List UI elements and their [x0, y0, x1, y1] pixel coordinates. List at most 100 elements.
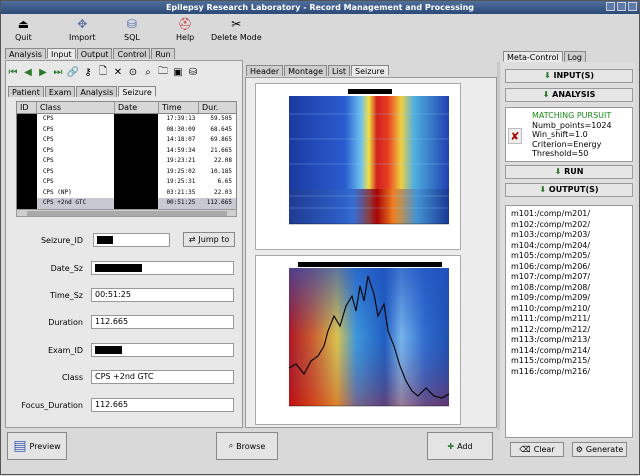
last-record-icon[interactable]: ⏭	[52, 66, 64, 78]
output-item[interactable]: m112:/comp/m212/	[511, 325, 627, 336]
col-date[interactable]: Date	[115, 102, 159, 113]
quit-button[interactable]: ⏏ Quit	[15, 15, 32, 42]
save-icon[interactable]: ▣	[172, 66, 184, 78]
exam-label: Exam_ID	[47, 345, 83, 355]
tab-list[interactable]: List	[328, 65, 351, 76]
bottom-bar: ▤ Preview ⌕ Browse ✚ Add	[1, 430, 501, 476]
sql-button[interactable]: ⛁ SQL	[124, 15, 140, 42]
folder-icon[interactable]: 🗀	[157, 66, 169, 78]
close-icon[interactable]	[628, 2, 637, 11]
lookup-icon[interactable]: ⊙	[127, 66, 139, 78]
outputs-button[interactable]: ⬇ OUTPUT(S)	[505, 183, 633, 197]
output-item[interactable]: m105:/comp/m205/	[511, 251, 627, 262]
analysis-icon: ⬇	[542, 90, 550, 99]
remove-method-icon[interactable]: ✘	[508, 128, 522, 144]
analysis-button[interactable]: ⬇ ANALYSIS	[505, 88, 633, 102]
cell-id	[17, 135, 37, 146]
new-document-icon[interactable]: 🗋	[97, 66, 109, 78]
cell-date	[114, 114, 158, 125]
key-icon[interactable]: ⚷	[82, 66, 94, 78]
database-icon[interactable]: ⛁	[187, 66, 199, 78]
tab-header[interactable]: Header	[246, 65, 284, 76]
focus-row: Focus_Duration 112.665	[1, 397, 241, 413]
output-item[interactable]: m114:/comp/m214/	[511, 346, 627, 357]
cell-date	[114, 177, 158, 188]
table-row[interactable]: CPS +2nd GTC 00:51:25 112.665	[17, 198, 236, 209]
output-item[interactable]: m110:/comp/m210/	[511, 304, 627, 315]
minimize-icon[interactable]	[606, 2, 615, 11]
tab-sub-analysis[interactable]: Analysis	[76, 86, 118, 97]
tab-montage[interactable]: Montage	[284, 65, 328, 76]
tab-view-seizure[interactable]: Seizure	[351, 65, 389, 76]
table-row[interactable]: CPS 19:23:21 22.08	[17, 156, 236, 167]
next-record-icon[interactable]: ▶	[37, 66, 49, 78]
table-header: ID Class Date Time Dur.	[17, 102, 236, 114]
cell-id	[17, 156, 37, 167]
first-record-icon[interactable]: ⏮	[7, 66, 19, 78]
col-time[interactable]: Time	[159, 102, 199, 113]
focus-field[interactable]: 112.665	[91, 398, 234, 412]
help-button[interactable]: ⛑ Help	[176, 15, 194, 42]
browse-button[interactable]: ⌕ Browse	[216, 432, 278, 460]
preview-button[interactable]: ▤ Preview	[7, 432, 67, 460]
col-class[interactable]: Class	[37, 102, 115, 113]
generate-button[interactable]: ⚙ Generate	[572, 442, 627, 457]
tab-output[interactable]: Output	[76, 48, 113, 59]
inputs-button[interactable]: ⬇ INPUT(S)	[505, 69, 633, 83]
table-row[interactable]: CPS 08:30:09 68.645	[17, 124, 236, 135]
seizure-id-field[interactable]	[93, 233, 170, 247]
delete-mode-button[interactable]: ✂ Delete Mode	[211, 15, 262, 42]
add-button[interactable]: ✚ Add	[427, 432, 493, 460]
output-item[interactable]: m108:/comp/m208/	[511, 283, 627, 294]
tab-patient[interactable]: Patient	[8, 86, 44, 97]
table-row[interactable]: CPS 19:25:31 6.65	[17, 177, 236, 188]
link-icon[interactable]: 🔗	[67, 66, 79, 78]
output-item[interactable]: m109:/comp/m209/	[511, 293, 627, 304]
output-item[interactable]: m106:/comp/m206/	[511, 262, 627, 273]
col-id[interactable]: ID	[17, 102, 37, 113]
jump-to-button[interactable]: ⇄ Jump to	[183, 232, 235, 247]
tab-exam[interactable]: Exam	[44, 86, 76, 97]
output-item[interactable]: m101:/comp/m201/	[511, 209, 627, 220]
table-scrollbar[interactable]	[16, 209, 237, 217]
table-row[interactable]: CPS 17:39:13 59.505	[17, 114, 236, 125]
tab-meta-control[interactable]: Meta-Control	[503, 51, 563, 62]
class-field[interactable]: CPS +2nd GTC	[91, 370, 234, 384]
previous-record-icon[interactable]: ◀	[22, 66, 34, 78]
cell-date	[114, 187, 158, 198]
tab-control[interactable]: Control	[113, 48, 151, 59]
method-title: MATCHING PURSUIT	[532, 111, 612, 120]
duration-field[interactable]: 112.665	[91, 315, 234, 329]
date-field[interactable]	[91, 261, 234, 275]
output-item[interactable]: m104:/comp/m204/	[511, 241, 627, 252]
output-item[interactable]: m107:/comp/m207/	[511, 272, 627, 283]
tab-seizure[interactable]: Seizure	[118, 86, 156, 97]
delete-x-icon[interactable]: ✕	[112, 66, 124, 78]
clear-button[interactable]: ⌫ Clear	[510, 442, 564, 457]
table-row[interactable]: CPS 14:59:34 21.665	[17, 145, 236, 156]
output-item[interactable]: m111:/comp/m211/	[511, 314, 627, 325]
run-button[interactable]: ⬇ RUN	[505, 165, 633, 179]
scrollbar-thumb[interactable]	[27, 211, 227, 216]
cell-class: CPS	[42, 115, 54, 122]
table-row[interactable]: CPS 19:25:02 10.185	[17, 166, 236, 177]
output-item[interactable]: m102:/comp/m202/	[511, 220, 627, 231]
cell-date	[114, 124, 158, 135]
output-item[interactable]: m115:/comp/m215/	[511, 356, 627, 367]
panel-splitter[interactable]	[497, 62, 500, 430]
tab-input[interactable]: Input	[46, 48, 76, 59]
col-dur[interactable]: Dur.	[199, 102, 236, 113]
table-row[interactable]: CPS (NP) 03:21:35 22.03	[17, 187, 236, 198]
output-item[interactable]: m103:/comp/m203/	[511, 230, 627, 241]
exam-field[interactable]	[91, 343, 234, 357]
tab-log[interactable]: Log	[563, 51, 586, 62]
maximize-icon[interactable]	[617, 2, 626, 11]
import-button[interactable]: ✥ Import	[69, 15, 96, 42]
output-item[interactable]: m113:/comp/m213/	[511, 335, 627, 346]
search-icon[interactable]: ⌕	[142, 66, 154, 78]
tab-run[interactable]: Run	[151, 48, 175, 59]
tab-analysis[interactable]: Analysis	[5, 48, 46, 59]
time-field[interactable]: 00:51:25	[91, 288, 234, 302]
table-row[interactable]: CPS 14:18:07 69.865	[17, 135, 236, 146]
output-item[interactable]: m116:/comp/m216/	[511, 367, 627, 378]
